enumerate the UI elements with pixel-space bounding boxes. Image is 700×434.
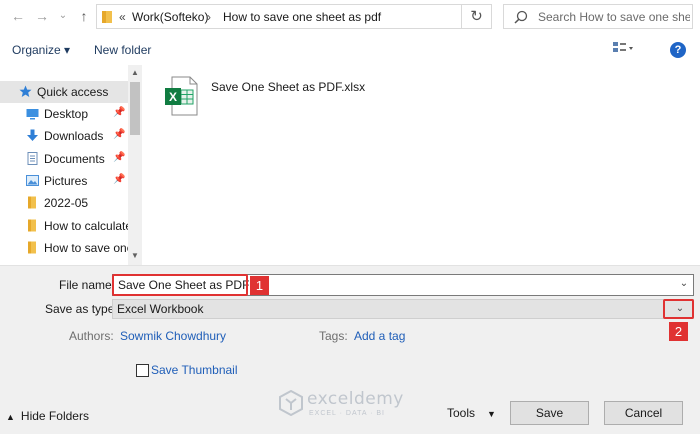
save-thumbnail-label[interactable]: Save Thumbnail [151,363,238,377]
cancel-button[interactable]: Cancel [604,401,683,425]
sidebar-item-label: Documents [44,152,105,166]
tools-label: Tools [447,406,476,420]
sidebar-item-how-to-save-one[interactable]: How to save one [0,237,133,259]
save-thumbnail-checkbox[interactable] [136,364,149,377]
annotation-badge-1: 1 [250,276,269,295]
file-name-label: File name: [59,278,116,292]
caret-down-icon: ▼ [487,409,496,419]
desktop-icon [26,109,39,120]
exceldemy-watermark: exceldemy EXCEL · DATA · BI [277,386,427,422]
sidebar-item-label: How to calculate [44,219,133,233]
search-input[interactable] [538,8,690,26]
exceldemy-logo-icon [279,390,303,416]
breadcrumb-separator: › [207,10,211,24]
tools-button[interactable]: Tools ▼ [447,406,496,420]
new-folder-button[interactable]: New folder [94,43,151,57]
nav-scrollbar[interactable]: ▲ ▼ [128,65,142,265]
save-options-panel: File name: ⌄ Save as type: Excel Workboo… [0,265,700,434]
scroll-thumb[interactable] [130,82,140,135]
hide-folders-label: Hide Folders [20,409,89,423]
help-button[interactable]: ? [670,42,686,58]
sidebar-item-label: Pictures [44,174,88,188]
view-options-icon[interactable] [612,41,634,57]
folder-icon [28,219,36,232]
address-box[interactable]: « Work(Softeko) › How to save one sheet … [96,4,462,29]
breadcrumb-item-work[interactable]: Work(Softeko) [132,10,208,24]
sidebar-item-documents[interactable]: Documents 📌 [0,148,128,170]
excel-file-icon: X [165,76,198,116]
search-box[interactable] [503,4,693,29]
pictures-icon [26,175,39,186]
refresh-icon[interactable]: ↻ [462,4,492,29]
search-icon [514,10,528,24]
save-as-type-label: Save as type: [45,302,118,316]
organize-button[interactable]: Organize ▾ [12,43,70,57]
star-icon [19,85,32,97]
breadcrumb-item-current[interactable]: How to save one sheet as pdf [223,10,381,24]
save-as-type-value: Excel Workbook [117,302,204,316]
breadcrumb-overflow[interactable]: « [119,10,126,24]
folder-icon [102,11,112,23]
pin-icon: 📌 [113,129,126,140]
scroll-down-icon[interactable]: ▼ [129,250,141,262]
pin-icon: 📌 [113,174,126,185]
annotation-highlight-file-name [112,274,248,296]
file-item[interactable]: X Save One Sheet as PDF.xlsx [160,74,365,118]
save-as-type-select[interactable]: Excel Workbook ⌄ [112,299,694,319]
sidebar-item-2022-05[interactable]: 2022-05 [0,192,128,214]
sidebar-item-downloads[interactable]: Downloads 📌 [0,125,128,147]
sidebar-item-label: How to save one [44,241,134,255]
forward-arrow-icon[interactable]: → [32,6,52,26]
pin-icon: 📌 [113,107,126,118]
download-icon [27,129,38,141]
sidebar-item-desktop[interactable]: Desktop 📌 [0,103,128,125]
annotation-highlight-type-dropdown [663,299,694,319]
save-button[interactable]: Save [510,401,589,425]
tags-label: Tags: [319,329,348,343]
folder-icon [28,196,36,209]
watermark-tagline: EXCEL · DATA · BI [309,410,385,417]
sidebar-item-label: Downloads [44,129,104,143]
sidebar-item-label: Quick access [37,85,109,99]
watermark-name: exceldemy [307,389,404,409]
tags-value[interactable]: Add a tag [354,329,405,343]
file-name-text: Save One Sheet as PDF.xlsx [211,80,366,94]
chevron-down-icon[interactable]: ⌄ [678,278,690,290]
sidebar-item-pictures[interactable]: Pictures 📌 [0,170,128,192]
chevron-down-icon[interactable]: ⌄ [53,6,73,26]
navigation-pane: Quick access Desktop 📌 Downloads 📌 Docum… [0,65,142,265]
pin-icon: 📌 [113,152,126,163]
back-arrow-icon[interactable]: ← [8,6,28,26]
authors-label: Authors: [69,329,114,343]
sidebar-item-label: Desktop [44,107,89,121]
folder-icon [28,241,36,254]
documents-icon [27,152,38,165]
address-bar-row: ← → ⌄ ↑ « Work(Softeko) › How to save on… [0,0,700,33]
up-arrow-icon[interactable]: ↑ [74,6,94,26]
authors-value[interactable]: Sowmik Chowdhury [120,329,226,343]
sidebar-item-quick-access[interactable]: Quick access [0,81,128,103]
sidebar-item-how-to-calculate[interactable]: How to calculate [0,215,132,237]
command-bar: Organize ▾ New folder ? [0,33,700,65]
chevron-up-icon: ▲ [6,412,15,422]
sidebar-item-label: 2022-05 [44,196,89,210]
annotation-badge-2: 2 [669,322,688,341]
scroll-up-icon[interactable]: ▲ [129,67,141,79]
hide-folders-button[interactable]: ▲ Hide Folders [6,409,89,423]
svg-text:X: X [169,90,177,104]
